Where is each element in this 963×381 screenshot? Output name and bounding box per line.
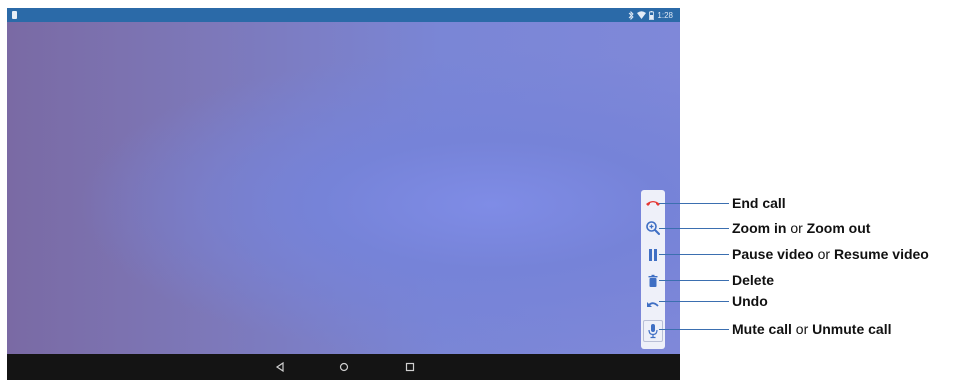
notification-icon bbox=[12, 11, 17, 19]
navigation-bar bbox=[7, 354, 680, 380]
bluetooth-icon bbox=[629, 10, 635, 20]
label-zoom: Zoom in or Zoom out bbox=[732, 220, 871, 236]
callout-line-pause bbox=[659, 254, 729, 255]
microphone-icon bbox=[648, 324, 658, 339]
callout-line-end-call bbox=[659, 203, 729, 204]
label-pause: Pause video or Resume video bbox=[732, 246, 929, 262]
recents-icon[interactable] bbox=[403, 360, 417, 374]
label-end-call: End call bbox=[732, 195, 786, 211]
delete-button[interactable] bbox=[641, 270, 665, 292]
label-undo: Undo bbox=[732, 293, 768, 309]
call-toolbar bbox=[641, 190, 665, 349]
tablet-screen: 1:28 bbox=[7, 8, 680, 380]
status-bar: 1:28 bbox=[7, 8, 680, 22]
status-icons: 1:28 bbox=[628, 9, 673, 21]
callout-line-undo bbox=[659, 301, 729, 302]
wifi-icon bbox=[637, 11, 647, 19]
undo-button[interactable] bbox=[641, 294, 665, 316]
status-time: 1:28 bbox=[657, 10, 673, 20]
delete-icon bbox=[648, 274, 658, 287]
callout-line-zoom bbox=[659, 228, 729, 229]
pause-icon bbox=[649, 249, 657, 261]
callout-line-delete bbox=[659, 280, 729, 281]
remote-video-feed[interactable] bbox=[7, 22, 680, 354]
home-icon[interactable] bbox=[337, 360, 351, 374]
battery-icon bbox=[649, 10, 655, 20]
back-icon[interactable] bbox=[273, 360, 287, 374]
label-delete: Delete bbox=[732, 272, 775, 288]
mute-call-button[interactable] bbox=[643, 320, 663, 342]
pause-video-button[interactable] bbox=[641, 244, 665, 266]
undo-icon bbox=[647, 302, 659, 307]
callout-line-mute bbox=[659, 329, 729, 330]
label-mute: Mute call or Unmute call bbox=[732, 321, 892, 337]
